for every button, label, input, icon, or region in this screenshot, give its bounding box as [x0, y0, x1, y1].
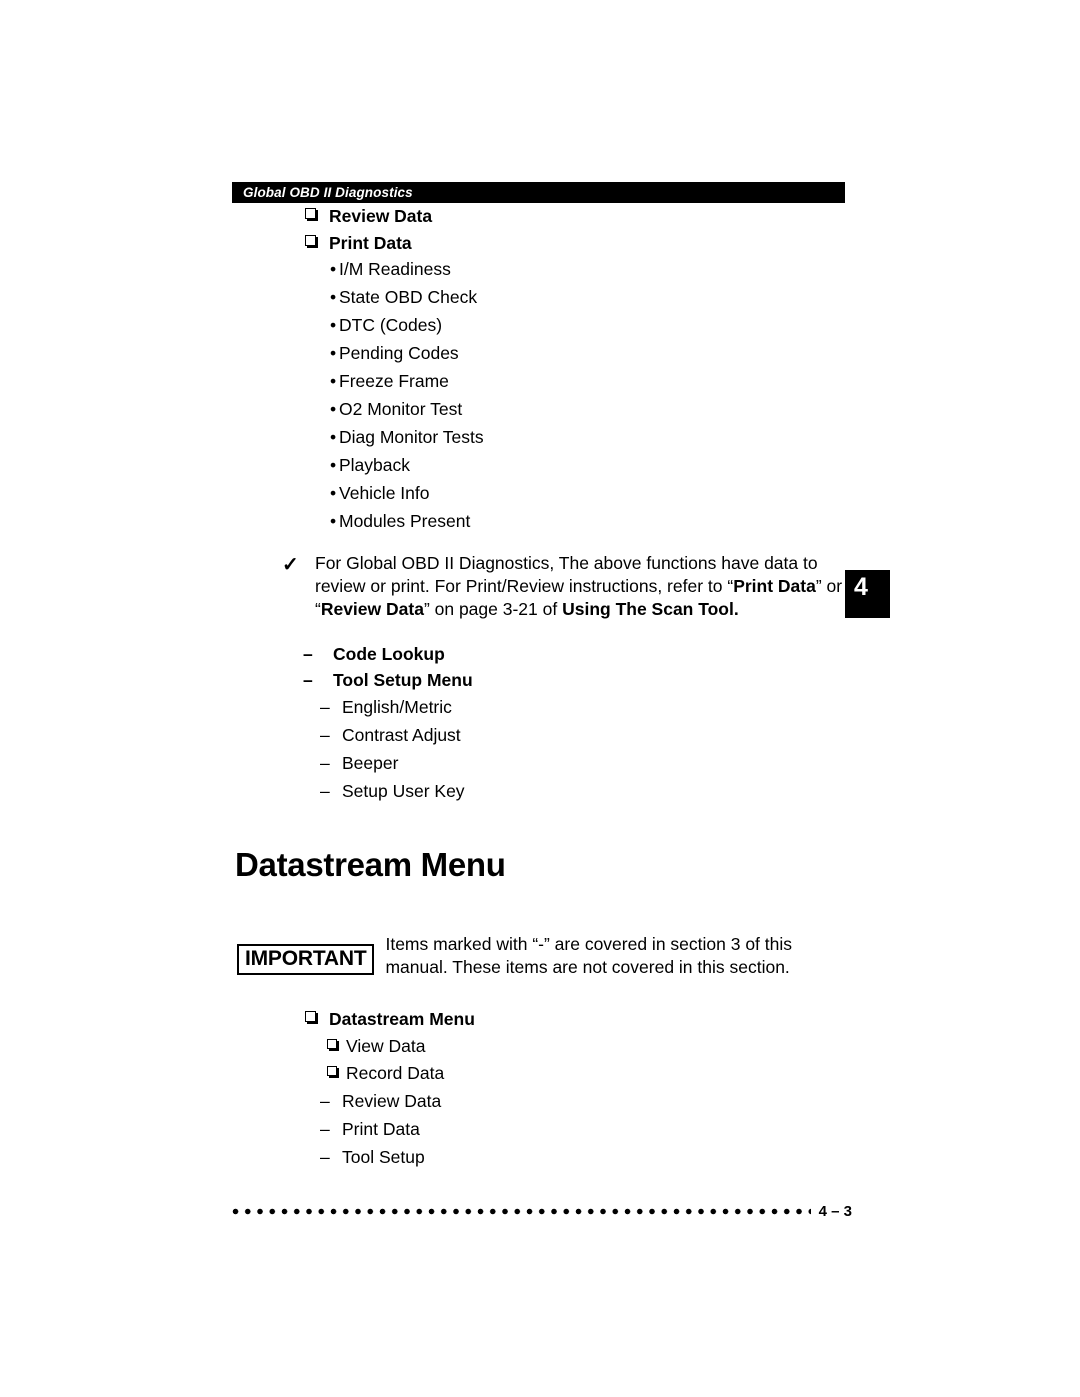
list-item-print-data: Print Data	[305, 232, 852, 253]
list-item: • Freeze Frame	[330, 371, 852, 391]
list-item-label: Setup User Key	[342, 780, 465, 801]
list-item-label: English/Metric	[342, 696, 452, 717]
dash-icon: –	[320, 696, 330, 717]
list-item-label: Tool Setup Menu	[333, 670, 473, 691]
list-item: • DTC (Codes)	[330, 315, 852, 335]
list-item: • I/M Readiness	[330, 259, 852, 279]
document-page: Global OBD II Diagnostics 4 Review Data …	[0, 0, 1080, 1397]
important-badge: IMPORTANT	[237, 944, 375, 976]
list-item-label: Vehicle Info	[339, 483, 430, 503]
list-item-label: Review Data	[342, 1090, 442, 1111]
checkmark-note: ✓ For Global OBD II Diagnostics, The abo…	[282, 552, 854, 621]
checkbox-icon	[305, 234, 318, 251]
running-header-title: Global OBD II Diagnostics	[243, 184, 413, 200]
bullet-icon: •	[330, 511, 337, 531]
dash-icon: –	[320, 1146, 330, 1167]
list-item: – Contrast Adjust	[320, 724, 852, 745]
checkbox-icon	[305, 208, 318, 224]
list-item: – Beeper	[320, 752, 852, 773]
footer-dot-leader	[232, 1208, 811, 1215]
list-item-label: Freeze Frame	[339, 371, 449, 391]
dash-icon: –	[320, 1118, 330, 1139]
bullet-icon: •	[330, 315, 337, 335]
checkbox-icon	[305, 1011, 318, 1027]
dash-icon: –	[320, 752, 330, 773]
bullet-icon: •	[330, 287, 337, 307]
running-header-bar: Global OBD II Diagnostics	[232, 182, 845, 203]
checkmark-note-text: For Global OBD II Diagnostics, The above…	[315, 552, 854, 621]
list-item-label: Diag Monitor Tests	[339, 427, 484, 447]
list-item: • O2 Monitor Test	[330, 399, 852, 419]
list-item-code-lookup: – Code Lookup	[303, 643, 852, 664]
bullet-icon: •	[330, 455, 337, 475]
list-item-label: I/M Readiness	[339, 259, 451, 279]
note-bold-using-the-scan-tool: Using The Scan Tool.	[562, 598, 739, 619]
list-item-datastream-menu: Datastream Menu	[305, 1011, 852, 1029]
dash-icon: –	[320, 780, 330, 801]
list-item-label: DTC (Codes)	[339, 315, 443, 335]
chapter-tab-number: 4	[854, 573, 868, 601]
list-item-label: Review Data	[329, 206, 433, 226]
list-item-label: Modules Present	[339, 511, 471, 531]
list-item: – Review Data	[320, 1090, 852, 1111]
list-item-tool-setup-menu: – Tool Setup Menu	[303, 672, 852, 690]
list-item-label: Pending Codes	[339, 343, 459, 363]
list-item-view-data: View Data	[327, 1035, 852, 1056]
list-item-label: Tool Setup	[342, 1146, 425, 1167]
bullet-icon: •	[330, 399, 337, 419]
list-item-label: View Data	[346, 1035, 426, 1056]
dash-icon: –	[303, 670, 313, 691]
important-callout-text: Items marked with “-” are covered in sec…	[385, 934, 793, 978]
list-item: – Setup User Key	[320, 780, 852, 801]
bullet-icon: •	[330, 343, 337, 363]
list-item: • Modules Present	[330, 511, 852, 531]
page-content: Review Data Print Data • I/M Readiness •…	[232, 206, 854, 1177]
list-item: – Print Data	[320, 1118, 852, 1139]
dash-icon: –	[303, 643, 313, 664]
bullet-icon: •	[330, 259, 337, 279]
list-item-label: Print Data	[329, 232, 412, 253]
list-item-label: Print Data	[342, 1118, 420, 1139]
checkmark-icon: ✓	[282, 553, 299, 576]
list-item: • Diag Monitor Tests	[330, 427, 852, 447]
list-item: • Playback	[330, 455, 852, 475]
list-item: • Vehicle Info	[330, 483, 852, 503]
page-number: 4 – 3	[818, 1203, 852, 1220]
bullet-icon: •	[330, 483, 337, 503]
list-item-review-data: Review Data	[305, 206, 852, 226]
list-item-label: Beeper	[342, 752, 399, 773]
dash-icon: –	[320, 1090, 330, 1111]
list-item-label: Datastream Menu	[329, 1009, 475, 1030]
bullet-icon: •	[330, 371, 337, 391]
page-footer: 4 – 3	[232, 1204, 852, 1219]
dash-icon: –	[320, 724, 330, 745]
list-item: – English/Metric	[320, 696, 852, 717]
note-bold-print-data: Print Data	[733, 575, 816, 596]
list-item: • Pending Codes	[330, 343, 852, 363]
important-callout: IMPORTANT Items marked with “-” are cove…	[237, 933, 827, 979]
note-text-3: ” on page 3-21 of	[423, 598, 563, 619]
list-item-label: Record Data	[346, 1063, 445, 1084]
list-item-record-data: Record Data	[327, 1065, 852, 1083]
section-heading: Datastream Menu	[235, 846, 506, 884]
note-bold-review-data: Review Data	[320, 598, 424, 619]
list-item-label: Contrast Adjust	[342, 724, 461, 745]
bullet-icon: •	[330, 427, 337, 447]
list-item: • State OBD Check	[330, 287, 852, 307]
list-item-label: Playback	[339, 455, 411, 475]
checkbox-icon	[327, 1065, 339, 1081]
list-item-label: O2 Monitor Test	[339, 399, 463, 419]
list-item-label: Code Lookup	[333, 643, 445, 664]
list-item: – Tool Setup	[320, 1146, 852, 1167]
checkbox-icon	[327, 1038, 339, 1054]
list-item-label: State OBD Check	[339, 287, 478, 307]
